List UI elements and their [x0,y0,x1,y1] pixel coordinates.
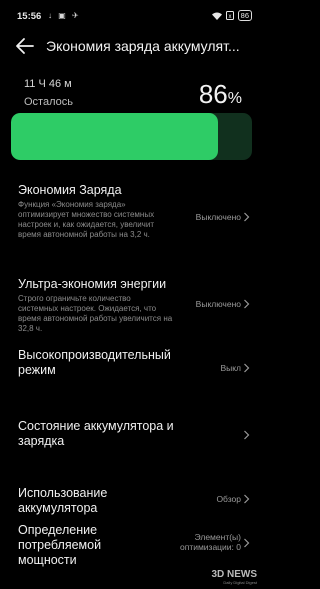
battery-percent-value: 86 [198,79,228,109]
top-bar: Экономия заряда аккумулят... [0,34,265,60]
page-title: Экономия заряда аккумулят... [46,38,240,54]
chevron-right-icon [244,299,250,309]
item-value: Выкл [220,363,241,373]
status-time: 15:56 [17,11,42,22]
item-title: Высокопроизводительный режим [18,348,171,377]
time-left: 11 Ч 46 м [24,78,72,90]
chevron-right-icon [244,538,250,548]
chevron-right-icon [244,494,250,504]
chevron-right-icon [244,363,250,373]
item-value: Элемент(ы) оптимизации: 0 [179,532,241,552]
item-title: Экономия Заряда [18,183,122,197]
status-right-icons: x 86 [211,10,252,21]
item-title: Состояние аккумулятора и зарядка [18,419,174,448]
item-value: Выключено [195,299,241,309]
list-item-battery-saver[interactable]: Экономия Заряда Функция «Экономия заряда… [0,180,265,254]
watermark-logo: 3D NEWS Daily Digital Digest [211,569,257,585]
status-bar: 15:56 ↓ ▣ ✈ x 86 [0,0,265,30]
item-value: Обзор [216,494,241,504]
chevron-right-icon [244,212,250,222]
notification-icons: ↓ ▣ ✈ [48,11,81,20]
watermark-main: 3D NEWS [211,569,257,580]
svg-text:x: x [228,14,231,20]
battery-level-bar [11,113,252,160]
remaining-label: Осталось [24,96,73,108]
item-description: Функция «Экономия заряда» оптимизирует м… [18,200,155,239]
item-title: Ультра-экономия энергии [18,277,167,291]
list-item-ultra-saver[interactable]: Ультра-экономия энергии Строго ограничьт… [0,274,265,336]
list-item-battery-health[interactable]: Состояние аккумулятора и зарядка [0,418,265,450]
chevron-right-icon [244,430,250,440]
item-title: Определение потребляемой мощности [18,523,102,567]
item-value: Выключено [195,212,241,222]
watermark-sub: Daily Digital Digest [223,580,257,585]
battery-level-fill [11,113,219,160]
item-title: Использование аккумулятора [18,486,108,515]
item-description: Строго ограничьте количество системных н… [18,294,173,333]
back-arrow-icon[interactable] [15,37,35,55]
battery-indicator: 86 [237,10,252,21]
list-item-battery-usage[interactable]: Использование аккумулятора Обзор [0,485,265,517]
battery-percent: 86% [199,79,242,110]
battery-percent-sign: % [227,90,242,107]
battery-summary: 11 Ч 46 м Осталось 86% [0,74,265,116]
sim-icon: x [225,11,234,20]
list-item-high-performance[interactable]: Высокопроизводительный режим Выкл [0,345,265,393]
wifi-icon [211,12,222,20]
list-item-power-consumption[interactable]: Определение потребляемой мощности Элемен… [0,522,265,568]
